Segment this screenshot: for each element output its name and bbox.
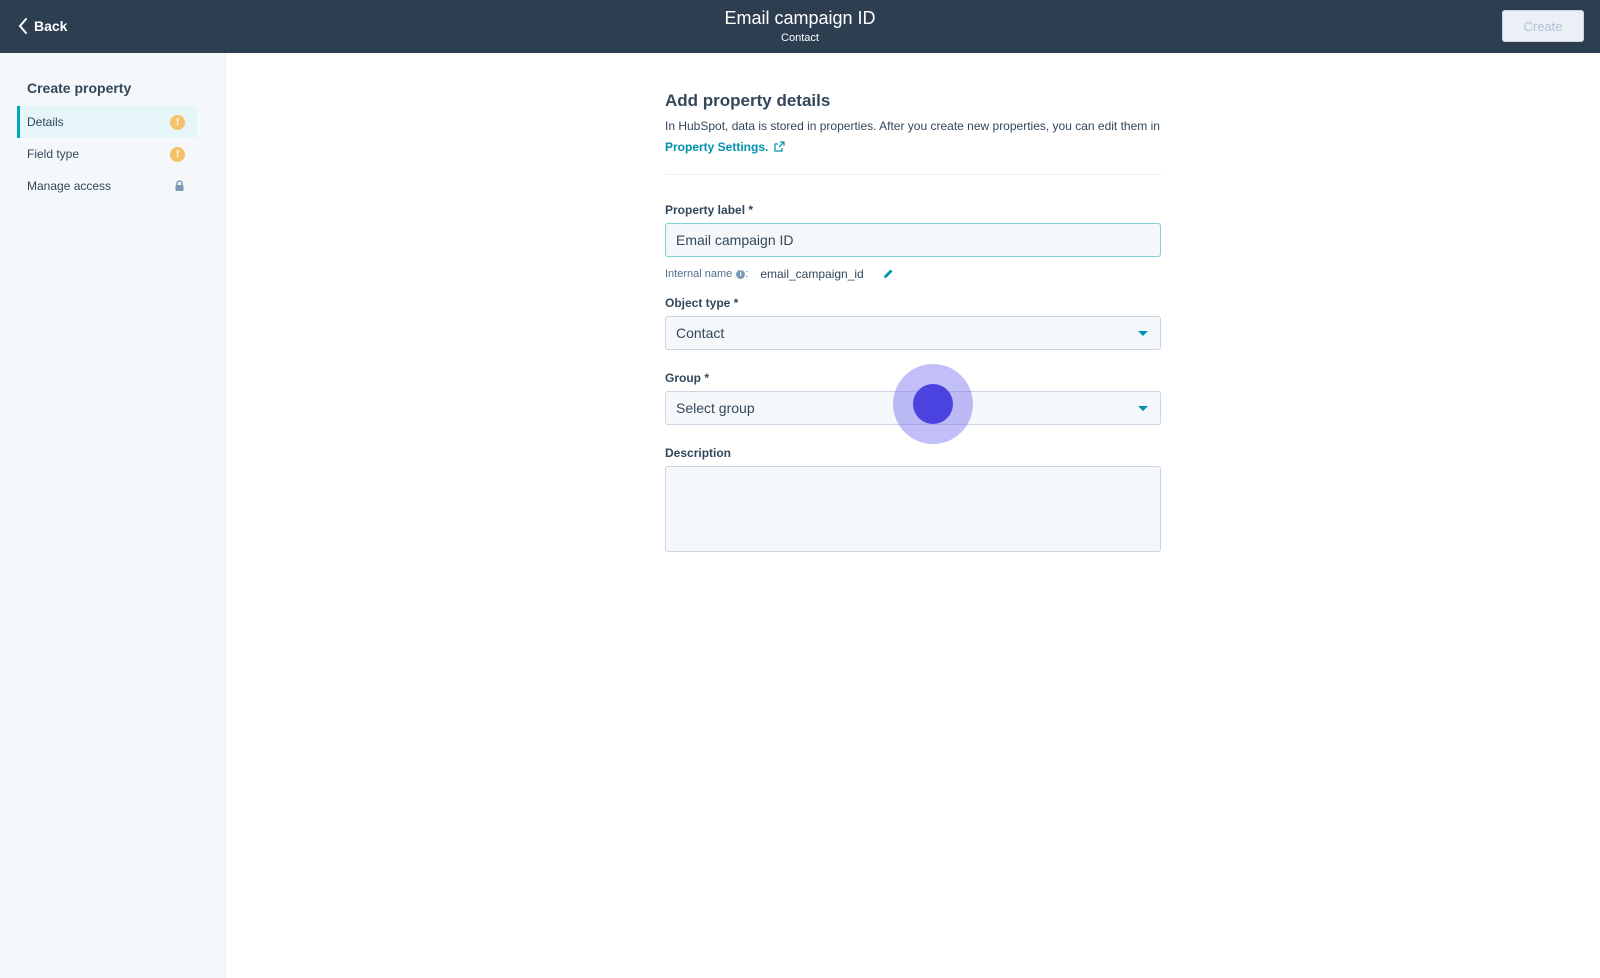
sidebar-item-field-type[interactable]: Field type ! <box>17 138 197 170</box>
property-label-value: Email campaign ID <box>676 232 794 248</box>
warning-icon: ! <box>170 146 185 162</box>
description-label: Description <box>665 446 732 460</box>
colon: : <box>745 268 749 280</box>
internal-name-row: Internal name i: email_campaign_id <box>665 266 894 282</box>
page-subtitle: Contact <box>781 32 819 44</box>
pencil-icon[interactable] <box>882 268 894 280</box>
sidebar: Create property Details ! Field type ! M… <box>0 53 226 978</box>
warning-icon: ! <box>170 114 185 130</box>
page-title: Email campaign ID <box>724 8 876 28</box>
sidebar-title: Create property <box>27 80 132 96</box>
caret-down-icon <box>1138 405 1148 411</box>
sidebar-item-manage-access[interactable]: Manage access <box>17 170 197 202</box>
click-indicator-dot <box>913 384 953 424</box>
lock-icon <box>175 180 184 191</box>
object-type-select[interactable]: Contact <box>665 316 1161 350</box>
page-header: Email campaign ID Contact <box>0 7 1600 45</box>
section-heading: Add property details <box>665 91 831 110</box>
sidebar-item-details[interactable]: Details ! <box>17 106 197 138</box>
group-placeholder: Select group <box>676 400 755 416</box>
intro-text: In HubSpot, data is stored in properties… <box>665 116 1165 158</box>
object-type-label: Object type * <box>665 296 739 310</box>
caret-down-icon <box>1138 330 1148 336</box>
property-settings-link[interactable]: Property Settings. <box>665 140 768 154</box>
property-label-label: Property label * <box>665 203 754 217</box>
sidebar-item-label: Manage access <box>27 179 112 193</box>
divider <box>665 174 1161 175</box>
sidebar-item-label: Field type <box>27 147 80 161</box>
intro-body: In HubSpot, data is stored in properties… <box>665 119 1160 133</box>
top-bar: Back Email campaign ID Contact Create <box>0 0 1600 53</box>
internal-name-value: email_campaign_id <box>760 267 864 281</box>
group-label: Group * <box>665 371 709 385</box>
property-label-input[interactable]: Email campaign ID <box>665 223 1161 257</box>
description-textarea[interactable] <box>665 466 1161 552</box>
sidebar-item-label: Details <box>27 115 64 129</box>
internal-name-label: Internal name <box>665 268 733 280</box>
info-icon[interactable]: i <box>736 269 746 279</box>
external-link-icon[interactable] <box>774 141 785 152</box>
object-type-value: Contact <box>676 325 725 341</box>
create-button[interactable]: Create <box>1502 10 1584 42</box>
